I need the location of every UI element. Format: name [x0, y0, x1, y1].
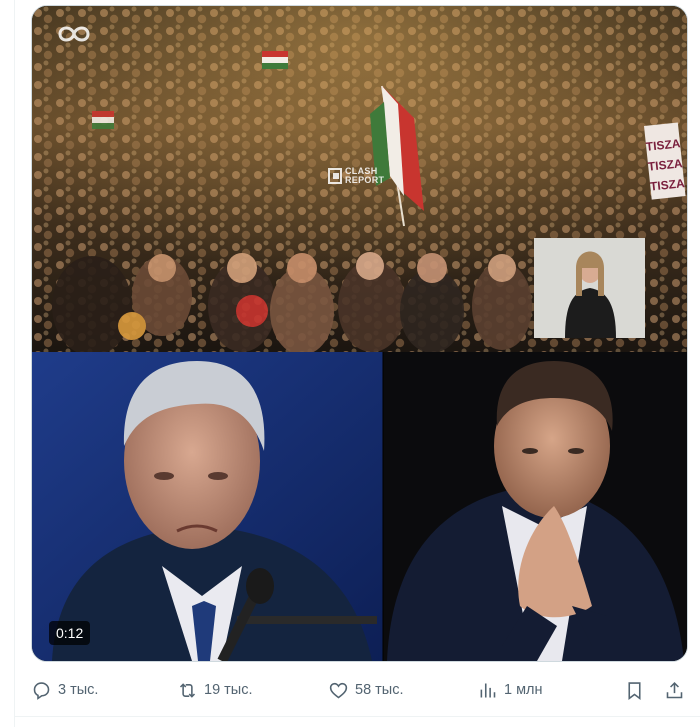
like-count: 58 тыс.: [355, 682, 404, 698]
bookmark-icon: [628, 681, 641, 700]
reply-button[interactable]: 3 тыс.: [31, 680, 98, 701]
tweet-video[interactable]: TISZA TISZA TISZA CLASH REPORT 0:12: [31, 5, 688, 662]
tweet-action-bar: 3 тыс. 19 тыс. 58 тыс. 1 млн: [31, 677, 686, 703]
right-portrait: [383, 352, 687, 661]
retweet-count: 19 тыс.: [204, 682, 253, 698]
retweet-button[interactable]: 19 тыс.: [177, 680, 253, 701]
views-count: 1 млн: [504, 682, 543, 698]
views-button[interactable]: 1 млн: [477, 680, 543, 701]
views-icon: [480, 683, 496, 697]
heart-icon: [329, 682, 348, 698]
infinity-loop-icon: [58, 26, 90, 42]
clash-report-logo-icon: [328, 168, 342, 184]
video-time-badge: 0:12: [49, 621, 91, 645]
share-button[interactable]: [664, 680, 685, 701]
like-button[interactable]: 58 тыс.: [328, 680, 404, 701]
timeline-rail: [14, 0, 15, 727]
reply-count: 3 тыс.: [58, 682, 99, 698]
reply-icon: [33, 681, 50, 700]
bookmark-button[interactable]: [624, 680, 645, 701]
left-portrait: [32, 352, 383, 661]
tweet-divider: [14, 716, 700, 717]
clash-report-watermark: CLASH REPORT: [328, 167, 384, 185]
share-icon: [666, 681, 683, 698]
watermark-line2: REPORT: [345, 175, 385, 185]
retweet-icon: [179, 682, 196, 698]
interpreter-inset: [534, 238, 645, 338]
video-frame: TISZA TISZA TISZA: [32, 6, 687, 661]
